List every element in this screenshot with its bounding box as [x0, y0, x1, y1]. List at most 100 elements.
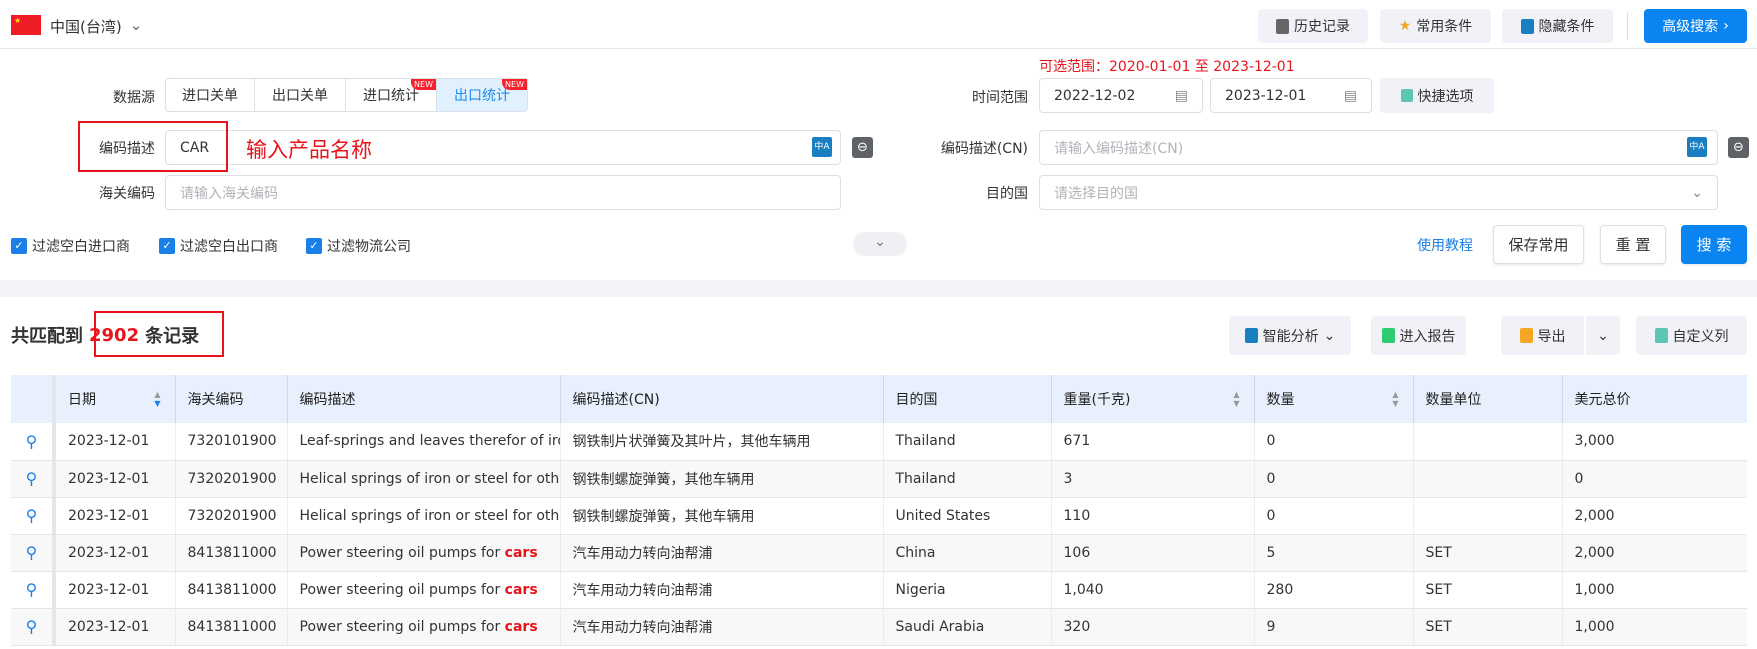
cell-date: 2023-12-01 [54, 534, 176, 572]
range-note: 可选范围：2020-01-01 至 2023-12-01 [1039, 59, 1295, 75]
cell-hs: 7320101900 [175, 423, 288, 461]
checkbox-label: 过滤空白进口商 [32, 239, 130, 255]
report-icon [1381, 328, 1395, 343]
zoom-search-icon[interactable]: ⊖ [1728, 137, 1749, 158]
translate-icon[interactable]: 中A [1687, 137, 1707, 157]
table-row: ⚲ 2023-12-01 7320201900 Helical springs … [11, 497, 1747, 535]
quick-label: 快捷选项 [1417, 88, 1474, 105]
desc-text: Power steering oil pumps for [299, 618, 505, 635]
cell-qty: 0 [1254, 460, 1414, 498]
source-import-customs[interactable]: 进口关单 [165, 78, 255, 112]
row-detail-button[interactable]: ⚲ [11, 608, 56, 646]
tutorial-link[interactable]: 使用教程 [1417, 235, 1473, 255]
row-detail-button[interactable]: ⚲ [11, 423, 56, 461]
translate-icon[interactable]: 中A [812, 137, 832, 157]
cell-hs: 8413811000 [175, 534, 288, 572]
column-header-qty[interactable]: 数量 ▲ ▼ [1254, 375, 1414, 423]
zoom-search-icon[interactable]: ⊖ [852, 137, 873, 158]
desc-text: Power steering oil pumps for [299, 581, 505, 598]
cell-dest: Thailand [883, 460, 1052, 498]
sort-icon[interactable]: ▲ ▼ [1392, 390, 1398, 408]
date-start-input[interactable]: 2022-12-02 ▤ [1039, 78, 1203, 113]
cell-unit: SET [1413, 534, 1563, 572]
column-header-unit: 数量单位 [1413, 375, 1563, 423]
dest-placeholder: 请选择目的国 [1054, 185, 1138, 202]
header-label: 重量(千克) [1063, 392, 1131, 408]
cell-hs: 8413811000 [175, 608, 288, 646]
cell-desc-cn: 钢铁制螺旋弹簧，其他车辆用 [560, 497, 884, 535]
smart-analysis-button[interactable]: 智能分析 ⌄ [1229, 316, 1351, 355]
cell-desc-cn: 汽车用动力转向油帮浦 [560, 534, 884, 572]
calendar-icon: ▤ [1174, 87, 1188, 104]
header-label: 编码描述(CN) [572, 392, 660, 408]
magnifier-icon: ⚲ [25, 617, 38, 636]
checkbox-label: 过滤空白出口商 [180, 239, 278, 255]
filter-blank-exporter-checkbox[interactable]: ✓ 过滤空白出口商 [159, 236, 278, 256]
checkbox-checked-icon: ✓ [159, 238, 175, 254]
command-icon [1400, 89, 1413, 102]
favorites-button[interactable]: ★ 常用条件 [1380, 9, 1491, 43]
header-label: 编码描述 [299, 392, 356, 408]
advanced-search-button[interactable]: 高级搜索 › [1644, 9, 1747, 43]
table-row: ⚲ 2023-12-01 8413811000 Power steering o… [11, 534, 1747, 572]
analysis-icon [1244, 328, 1258, 343]
china-flag-icon [11, 15, 41, 35]
row-detail-button[interactable]: ⚲ [11, 571, 56, 609]
custom-columns-button[interactable]: 自定义列 [1636, 316, 1747, 355]
column-header-desc: 编码描述 [287, 375, 561, 423]
header-label: 数量 [1266, 392, 1295, 408]
quick-options-button[interactable]: 快捷选项 [1380, 78, 1494, 113]
cell-desc: Helical springs of iron or steel for oth… [287, 460, 561, 498]
magnifier-icon: ⚲ [25, 580, 38, 599]
enter-report-button[interactable]: 进入报告 [1371, 316, 1466, 355]
source-export-customs[interactable]: 出口关单 [254, 78, 346, 112]
filter-blank-importer-checkbox[interactable]: ✓ 过滤空白进口商 [11, 236, 130, 256]
export-button[interactable]: 导出 [1501, 316, 1584, 355]
section-divider [0, 280, 1757, 297]
cell-desc: Power steering oil pumps for cars [287, 571, 561, 609]
hs-input[interactable]: 请输入海关编码 [165, 175, 841, 210]
filter-logistics-checkbox[interactable]: ✓ 过滤物流公司 [306, 236, 411, 256]
table-row: ⚲ 2023-12-01 8413811000 Power steering o… [11, 571, 1747, 609]
cell-weight: 671 [1051, 423, 1255, 461]
reset-button[interactable]: 重 置 [1600, 225, 1666, 264]
cell-desc-cn: 汽车用动力转向油帮浦 [560, 571, 884, 609]
sort-icon[interactable]: ▲ ▼ [1233, 390, 1239, 408]
export-icon [1519, 328, 1533, 343]
history-button[interactable]: 历史记录 [1258, 9, 1368, 43]
cell-usd: 1,000 [1562, 571, 1747, 609]
cell-qty: 5 [1254, 534, 1414, 572]
column-header-weight[interactable]: 重量(千克) ▲ ▼ [1051, 375, 1255, 423]
collapse-icon [1520, 18, 1534, 34]
dest-label: 目的国 [986, 186, 1028, 202]
cell-dest: United States [883, 497, 1052, 535]
cell-qty: 0 [1254, 423, 1414, 461]
row-detail-button[interactable]: ⚲ [11, 534, 56, 572]
search-button[interactable]: 搜 索 [1681, 225, 1747, 264]
date-end-input[interactable]: 2023-12-01 ▤ [1210, 78, 1372, 113]
magnifier-icon: ⚲ [25, 431, 38, 451]
column-header-date[interactable]: 日期 ▲ ▼ [54, 375, 176, 423]
source-import-stats[interactable]: 进口统计 NEW [345, 78, 437, 112]
country-selector[interactable]: 中国(台湾) ⌄ [50, 16, 142, 37]
dest-select[interactable]: 请选择目的国 ⌄ [1039, 175, 1718, 210]
column-header-dest: 目的国 [883, 375, 1052, 423]
cell-desc: Helical springs of iron or steel for oth… [287, 497, 561, 535]
result-prefix: 共匹配到 [11, 326, 83, 347]
cell-desc: Power steering oil pumps for cars [287, 534, 561, 572]
sort-icon[interactable]: ▲ ▼ [154, 390, 160, 408]
checkbox-checked-icon: ✓ [11, 238, 27, 254]
chevron-down-icon: ⌄ [1597, 327, 1609, 344]
desc-cn-input[interactable]: 请输入编码描述(CN) [1039, 130, 1718, 165]
source-export-stats[interactable]: 出口统计 NEW [436, 78, 528, 112]
hide-conditions-button[interactable]: 隐藏条件 [1502, 9, 1613, 43]
table-header: 日期 ▲ ▼ 海关编码 编码描述 编码描述(CN) 目的国 重量(千克) ▲ ▼ 数量 ▲… [11, 375, 1747, 423]
save-favorite-button[interactable]: 保存常用 [1493, 225, 1584, 264]
analysis-label: 智能分析 [1262, 328, 1319, 345]
expand-filters-button[interactable]: ⌄ [853, 232, 907, 256]
annotation-text: 输入产品名称 [246, 138, 372, 162]
row-detail-button[interactable]: ⚲ [11, 460, 56, 498]
export-dropdown-button[interactable]: ⌄ [1586, 316, 1620, 355]
row-detail-button[interactable]: ⚲ [11, 497, 56, 535]
cell-dest: Thailand [883, 423, 1052, 461]
